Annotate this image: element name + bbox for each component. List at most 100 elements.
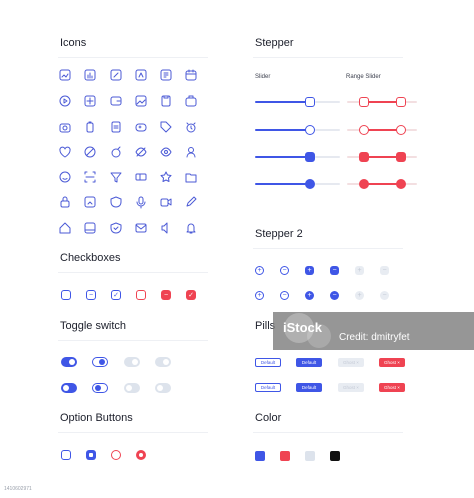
chart-icon	[58, 68, 72, 82]
slider-track-fill	[255, 183, 310, 185]
istock-brand: iStock	[283, 320, 323, 335]
image-icon	[134, 94, 148, 108]
checkbox-indeterminate[interactable]: −	[86, 290, 96, 300]
slider-thumb[interactable]	[305, 97, 315, 107]
file-icon	[109, 120, 123, 134]
compass-icon	[134, 68, 148, 82]
video-icon	[159, 195, 173, 209]
add-icon	[83, 94, 97, 108]
home-icon	[58, 195, 72, 209]
option-radio-empty[interactable]	[111, 450, 121, 460]
frame-icon	[83, 221, 97, 235]
color-swatch-blue	[255, 451, 265, 461]
stepper-plus-outline-2[interactable]: +	[255, 291, 264, 300]
stepper-plus-filled-2[interactable]: +	[305, 291, 314, 300]
slider-track-rest	[315, 183, 340, 185]
toggle-off-filled[interactable]	[61, 383, 77, 393]
alarm-icon	[184, 120, 198, 134]
option-radio-selected[interactable]	[136, 450, 146, 460]
calendar-icon	[184, 68, 198, 82]
checkbox-empty[interactable]	[61, 290, 71, 300]
mail-icon	[134, 221, 148, 235]
bar-chart-icon	[83, 68, 97, 82]
star-icon	[159, 170, 173, 184]
toggle-off-outline[interactable]	[92, 383, 108, 393]
range-thumb-start[interactable]	[359, 97, 369, 107]
option-square-empty[interactable]	[61, 450, 71, 460]
checkbox-checked-red[interactable]: ✓	[186, 290, 196, 300]
pill-ghost-light-2[interactable]: Ghost ×	[338, 383, 364, 392]
pill-ghost-red[interactable]: Ghost ×	[379, 358, 405, 367]
stepper-plus-disabled-2[interactable]: +	[355, 291, 364, 300]
option-buttons-heading: Option Buttons	[60, 412, 133, 424]
pill-default-outline-2[interactable]: Default	[255, 383, 281, 392]
tag-icon	[159, 120, 173, 134]
stepper-plus-outline[interactable]: +	[255, 266, 264, 275]
color-swatch-red	[280, 451, 290, 461]
stepper-minus-outline-2[interactable]: −	[280, 291, 289, 300]
game-icon	[134, 120, 148, 134]
stepper-minus-disabled[interactable]: −	[380, 266, 389, 275]
slider-thumb[interactable]	[305, 179, 315, 189]
stepper-minus-outline[interactable]: −	[280, 266, 289, 275]
paste-icon	[159, 94, 173, 108]
speaker-icon	[159, 221, 173, 235]
play-icon	[58, 94, 72, 108]
toggle-on-filled[interactable]	[61, 357, 77, 367]
color-swatch-light	[305, 451, 315, 461]
wallet-icon	[109, 94, 123, 108]
slider-track-rest	[315, 129, 340, 131]
toggle-disabled[interactable]	[124, 357, 140, 367]
checkbox-empty-red[interactable]	[136, 290, 146, 300]
toggle-heading: Toggle switch	[60, 320, 127, 332]
toggle-off-disabled[interactable]	[124, 383, 140, 393]
pill-ghost-red-2[interactable]: Ghost ×	[379, 383, 405, 392]
color-swatch-black	[330, 451, 340, 461]
slider-thumb[interactable]	[305, 125, 315, 135]
pill-default-filled-2[interactable]: Default	[296, 383, 322, 392]
watermark: iStock Credit: dmitryfet	[273, 312, 474, 350]
shield-icon	[109, 195, 123, 209]
range-thumb-start[interactable]	[359, 179, 369, 189]
edit-icon	[109, 68, 123, 82]
battery-icon	[83, 120, 97, 134]
eye-icon	[159, 145, 173, 159]
toggle-disabled-2[interactable]	[155, 357, 171, 367]
pill-default-outline[interactable]: Default	[255, 358, 281, 367]
slider-label: Slider	[255, 74, 271, 80]
stepper-minus-filled[interactable]: −	[330, 266, 339, 275]
house-icon	[58, 221, 72, 235]
folder-icon	[184, 170, 198, 184]
filter-icon	[109, 170, 123, 184]
slider-thumb[interactable]	[305, 152, 315, 162]
stepper2-heading: Stepper 2	[255, 228, 303, 240]
slider-track-fill	[255, 101, 310, 103]
checkbox-checked-outline[interactable]: ✓	[111, 290, 121, 300]
slider-track-fill	[255, 156, 310, 158]
stepper-plus-filled[interactable]: +	[305, 266, 314, 275]
stepper-minus-disabled-2[interactable]: −	[380, 291, 389, 300]
range-thumb-end[interactable]	[396, 179, 406, 189]
stepper-plus-disabled[interactable]: +	[355, 266, 364, 275]
toggle-on-outline[interactable]	[92, 357, 108, 367]
toggle-off-disabled-2[interactable]	[155, 383, 171, 393]
range-thumb-end[interactable]	[396, 152, 406, 162]
ticket-icon	[134, 170, 148, 184]
eye-off-icon	[134, 145, 148, 159]
checkboxes-heading: Checkboxes	[60, 252, 121, 264]
stepper-minus-filled-2[interactable]: −	[330, 291, 339, 300]
mic-icon	[134, 195, 148, 209]
checkbox-indeterminate-red[interactable]: −	[161, 290, 171, 300]
pill-ghost-light[interactable]: Ghost ×	[338, 358, 364, 367]
range-thumb-start[interactable]	[359, 125, 369, 135]
range-thumb-end[interactable]	[396, 97, 406, 107]
icons-heading: Icons	[60, 37, 87, 49]
badge-icon	[109, 221, 123, 235]
pill-default-filled[interactable]: Default	[296, 358, 322, 367]
range-thumb-start[interactable]	[359, 152, 369, 162]
color-heading: Color	[255, 412, 282, 424]
bell-icon	[184, 221, 198, 235]
option-square-selected[interactable]	[86, 450, 96, 460]
slider-track-fill	[255, 129, 310, 131]
range-thumb-end[interactable]	[396, 125, 406, 135]
